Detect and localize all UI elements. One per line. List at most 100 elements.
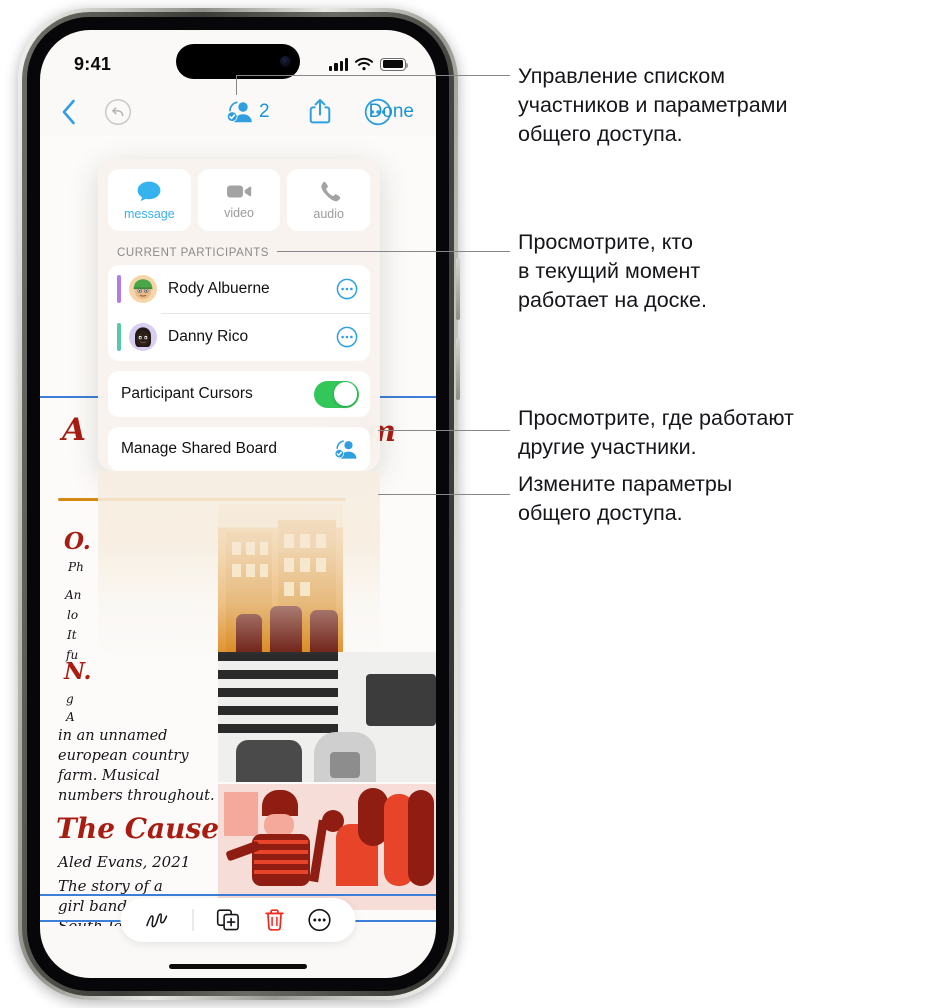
- undo-button[interactable]: [104, 98, 132, 126]
- bottom-divider-blue: [40, 894, 436, 896]
- board-note-3: lo: [67, 608, 79, 622]
- annotation-line: работает на доске.: [518, 288, 707, 313]
- back-button[interactable]: [54, 97, 84, 127]
- board-title-the-causes: The Causes: [56, 812, 235, 845]
- share-button[interactable]: [308, 97, 334, 127]
- done-button[interactable]: Done: [369, 101, 414, 123]
- participant-cursors-label: Participant Cursors: [121, 385, 253, 402]
- add-page-icon[interactable]: [216, 908, 242, 932]
- iphone-screen: A eam , O. Ph An lo It fu N. g A in an u…: [40, 30, 436, 978]
- board-synopsis-line-1: in an unnamed: [58, 728, 168, 744]
- home-indicator: [169, 964, 307, 969]
- message-button[interactable]: message: [108, 169, 191, 231]
- annotation-line: Просмотрите, кто: [518, 230, 693, 254]
- annotation-change-settings: Измените параметры общего доступа.: [518, 470, 918, 528]
- leader-line-4: [378, 494, 510, 496]
- audio-button[interactable]: audio: [287, 169, 371, 231]
- cursor-color-bar: [117, 323, 121, 351]
- annotation-manage-list: Управление списком участников и параметр…: [518, 62, 918, 150]
- audio-label: audio: [313, 206, 344, 221]
- scribble-icon[interactable]: [145, 909, 171, 931]
- avatar-danny: [129, 323, 157, 351]
- annotation-line: Измените параметры: [518, 472, 733, 496]
- participant-row-danny[interactable]: Danny Rico: [108, 313, 370, 361]
- board-note-2: An: [65, 588, 82, 602]
- board-synopsis-line-2: european country: [58, 748, 189, 764]
- board-divider-orange: [58, 498, 346, 501]
- dynamic-island: [176, 44, 300, 79]
- trash-icon[interactable]: [264, 908, 286, 932]
- board-image-band-performing[interactable]: [218, 784, 436, 910]
- participant-name: Rody Albuerne: [168, 280, 270, 297]
- iphone-frame: A eam , O. Ph An lo It fu N. g A in an u…: [18, 8, 460, 1000]
- leader-line-3: [378, 430, 510, 432]
- annotation-line: Управление списком: [518, 64, 726, 88]
- annotation-line: в текущий момент: [518, 259, 701, 284]
- section-header-current-participants: CURRENT PARTICIPANTS: [117, 247, 269, 259]
- toolbar-divider: [192, 909, 194, 931]
- message-label: message: [123, 206, 175, 221]
- board-synopsis-line-4: numbers throughout.: [58, 788, 215, 804]
- volume-up-button[interactable]: [456, 258, 460, 320]
- front-camera-icon: [280, 56, 291, 67]
- board-note-6: g: [66, 692, 74, 706]
- participant-cursors-toggle[interactable]: [314, 380, 359, 408]
- video-label: video: [224, 205, 254, 220]
- message-bubble-icon: [137, 181, 161, 201]
- battery-full-icon: [380, 57, 409, 71]
- board-heading-left-partial: A: [62, 412, 87, 448]
- collaboration-person-check-icon: [334, 439, 357, 459]
- video-camera-icon: [227, 185, 252, 197]
- undo-circle-icon: [104, 98, 132, 126]
- annotation-line: общего доступа.: [518, 122, 683, 147]
- more-circle-icon[interactable]: [308, 908, 332, 932]
- more-circle-icon[interactable]: [336, 326, 358, 348]
- leader-line-1-horizontal: [236, 75, 510, 77]
- board-heading-o: O.: [64, 528, 91, 555]
- board-note-7: A: [66, 710, 75, 724]
- board-heading-n: N.: [64, 658, 92, 685]
- navigation-toolbar: 2 Done: [40, 88, 436, 136]
- annotation-where-work: Просмотрите, где работают другие участни…: [518, 404, 926, 462]
- share-up-arrow-icon: [309, 99, 331, 124]
- annotation-line: другие участники.: [518, 435, 697, 460]
- board-credit: Aled Evans, 2021: [58, 853, 191, 871]
- participants-card: Rody Albuerne Danny Rico: [108, 265, 370, 361]
- leader-line-1-vertical: [236, 75, 238, 95]
- collaboration-button[interactable]: 2: [226, 100, 270, 124]
- video-button[interactable]: video: [197, 169, 281, 231]
- toggle-knob: [333, 382, 358, 406]
- board-image-grayscale-crowd[interactable]: [218, 652, 436, 782]
- popover-arrow: [180, 30, 202, 31]
- leader-line-2: [277, 251, 510, 253]
- annotation-line: общего доступа.: [518, 501, 683, 526]
- participant-row-rody[interactable]: Rody Albuerne: [108, 265, 370, 313]
- collaboration-popover: message video audio CURRENT PARTICIPANTS…: [98, 159, 380, 656]
- collaboration-person-check-icon: [226, 101, 252, 123]
- participant-count-badge: 2: [259, 101, 270, 122]
- board-note-1: Ph: [68, 560, 84, 574]
- status-time: 9:41: [74, 53, 112, 74]
- board-desc-line-1: The story of a: [58, 877, 163, 895]
- screenshot-stage: A eam , O. Ph An lo It fu N. g A in an u…: [0, 0, 926, 1008]
- chevron-left-icon: [62, 99, 75, 125]
- avatar-rody: [129, 275, 157, 303]
- volume-down-button[interactable]: [456, 338, 460, 400]
- manage-shared-board-label: Manage Shared Board: [121, 440, 277, 457]
- manage-shared-board-row[interactable]: Manage Shared Board: [108, 427, 370, 471]
- participant-name: Danny Rico: [168, 328, 249, 345]
- annotation-line: участников и параметрами: [518, 93, 788, 118]
- board-synopsis-line-3: farm. Musical: [58, 768, 160, 784]
- participant-cursors-row[interactable]: Participant Cursors: [108, 371, 370, 417]
- annotation-line: Просмотрите, где работают: [518, 406, 794, 430]
- board-image-cityscape[interactable]: [218, 504, 343, 652]
- more-circle-icon[interactable]: [336, 278, 358, 300]
- quick-actions-row: message video audio: [108, 169, 371, 231]
- board-note-4: It: [67, 628, 77, 642]
- annotation-who-works: Просмотрите, кто в текущий момент работа…: [518, 228, 918, 316]
- cellular-bars-icon: [329, 58, 348, 71]
- bottom-toolbar: [120, 898, 356, 942]
- cursor-color-bar: [117, 275, 121, 303]
- wifi-icon: [355, 57, 373, 71]
- phone-handset-icon: [320, 181, 340, 201]
